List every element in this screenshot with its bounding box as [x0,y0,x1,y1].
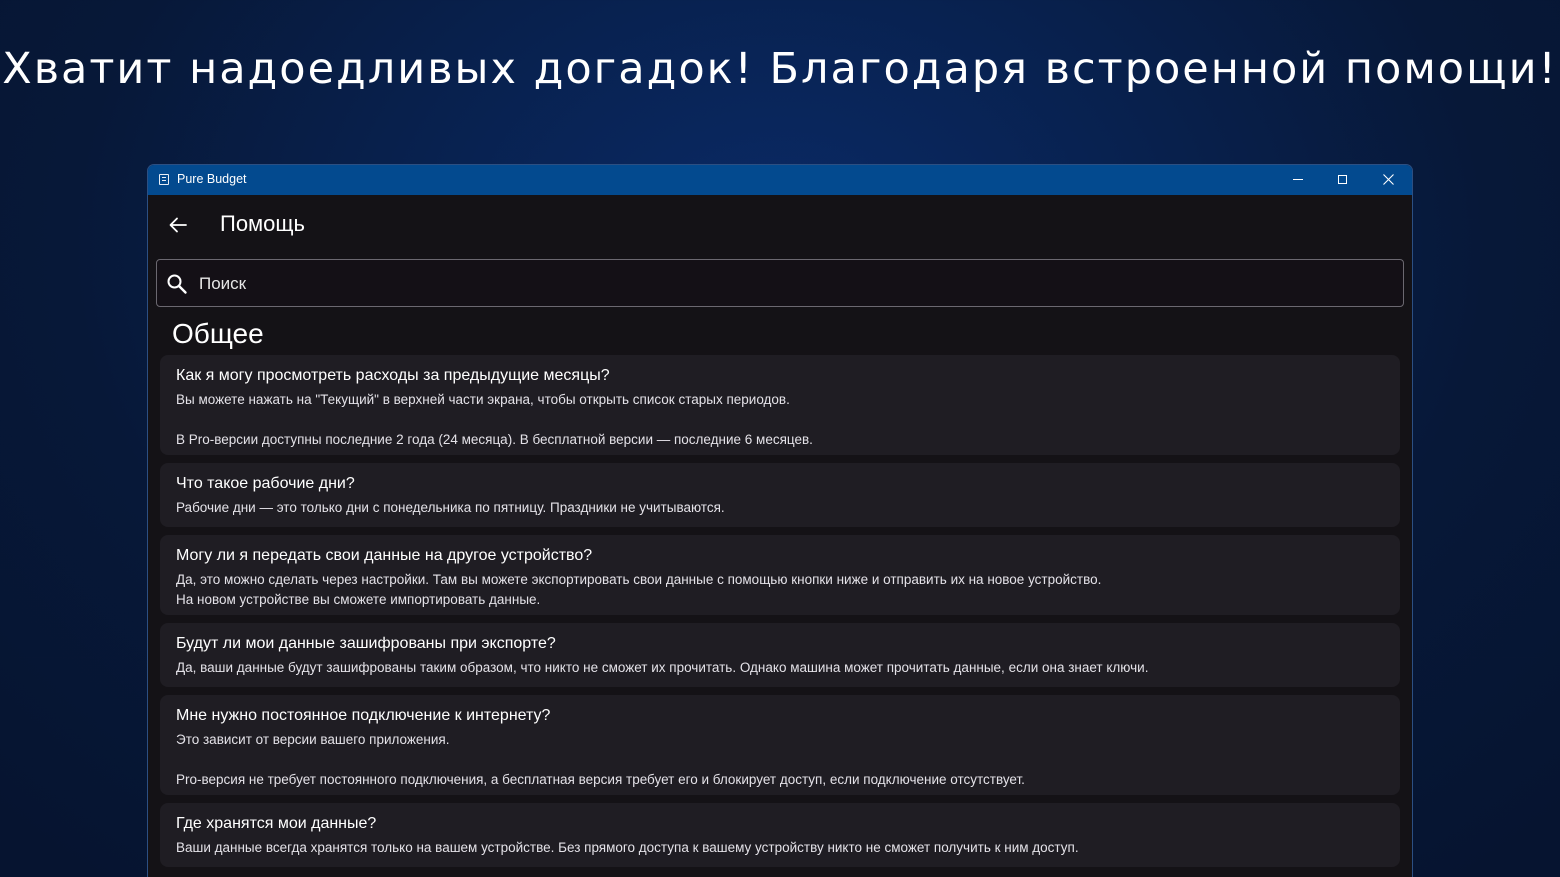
faq-answer: Да, это можно сделать через настройки. Т… [176,572,1102,607]
app-icon [159,174,169,185]
maximize-icon [1338,175,1347,184]
back-arrow-icon [169,217,187,233]
minimize-icon [1293,179,1303,180]
faq-item[interactable]: Могу ли я передать свои данные на другое… [160,535,1400,615]
faq-question: Как я могу просмотреть расходы за предыд… [176,367,610,384]
faq-answer: Рабочие дни — это только дни с понедельн… [176,500,725,515]
section-title: Общее [172,318,264,349]
faq-answer: Да, ваши данные будут зашифрованы таким … [176,660,1149,675]
close-icon [1383,174,1394,185]
promo-headline: Хватит надоедливых догадок! Благодаря вс… [2,44,1558,94]
maximize-button[interactable] [1320,165,1366,195]
window-title: Pure Budget [177,172,247,186]
search-box[interactable] [156,259,1404,307]
faq-item[interactable]: Как я могу просмотреть расходы за предыд… [160,355,1400,455]
faq-item[interactable]: Мне нужно постоянное подключение к интер… [160,695,1400,795]
back-button[interactable] [164,211,192,239]
faq-question: Мне нужно постоянное подключение к интер… [176,707,551,724]
search-icon [167,274,187,294]
faq-answer: Ваши данные всегда хранятся только на ва… [176,840,1079,855]
faq-question: Что такое рабочие дни? [176,475,355,492]
faq-question: Будут ли мои данные зашифрованы при эксп… [176,635,556,652]
faq-item[interactable]: Где хранятся мои данные? Ваши данные все… [160,803,1400,867]
faq-question: Где хранятся мои данные? [176,815,377,832]
faq-question: Могу ли я передать свои данные на другое… [176,547,593,564]
app-window: Pure Budget Помощь Общее Как я могу прос… [147,164,1413,877]
close-button[interactable] [1366,165,1412,195]
search-input[interactable] [199,272,1389,296]
minimize-button[interactable] [1275,165,1321,195]
title-bar[interactable]: Pure Budget [148,165,1412,195]
faq-answer: Вы можете нажать на "Текущий" в верхней … [176,392,813,447]
faq-answer: Это зависит от версии вашего приложения.… [176,732,1025,787]
faq-item[interactable]: Что такое рабочие дни? Рабочие дни — это… [160,463,1400,527]
faq-item[interactable]: Будут ли мои данные зашифрованы при эксп… [160,623,1400,687]
page-title: Помощь [220,211,305,236]
